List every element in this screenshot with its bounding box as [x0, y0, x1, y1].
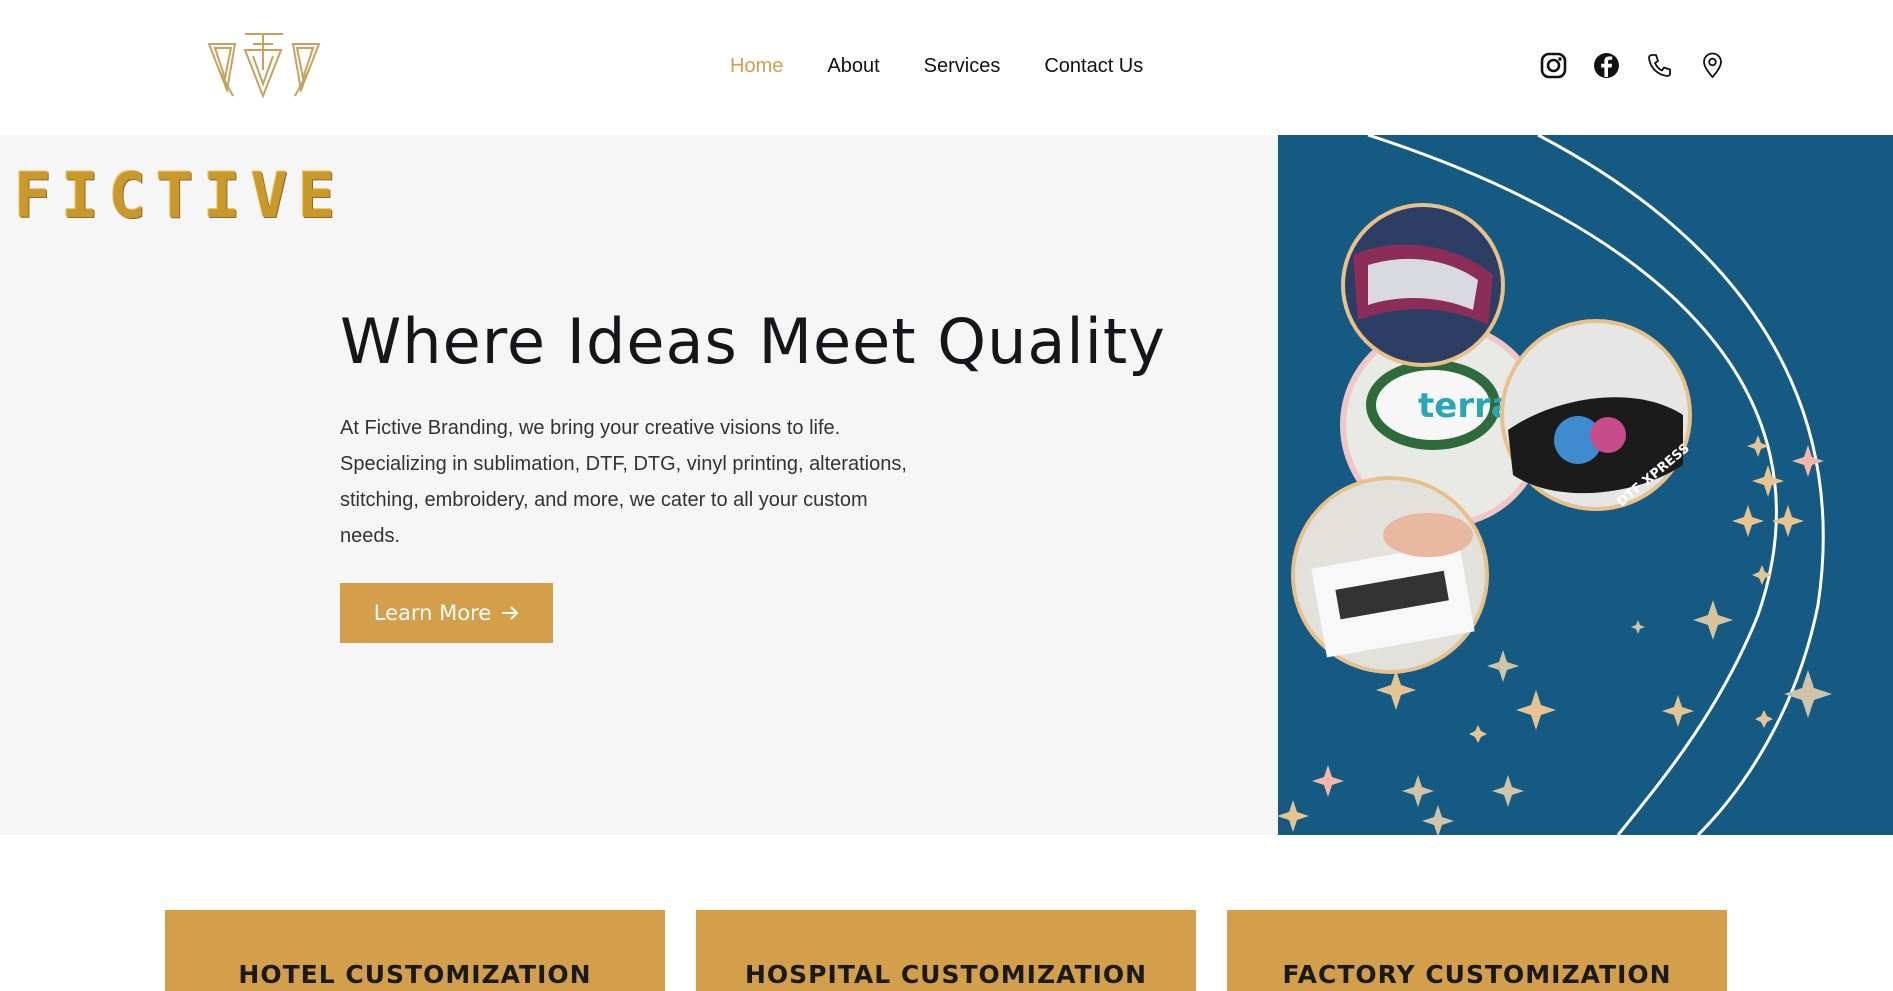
vinyl-printing-photo [1291, 476, 1489, 674]
hero-title: Where Ideas Meet Quality [340, 305, 1166, 378]
card-hotel-customization[interactable]: HOTEL CUSTOMIZATION [165, 910, 665, 991]
card-factory-customization[interactable]: FACTORY CUSTOMIZATION [1227, 910, 1727, 991]
arrow-right-icon [501, 601, 519, 625]
hero-description-line: stitching, embroidery, and more, we cate… [340, 489, 868, 511]
nav-about[interactable]: About [827, 50, 879, 82]
fictive-monogram-logo[interactable] [205, 30, 323, 102]
phone-icon[interactable] [1644, 50, 1675, 81]
hero-section: FICTIVE Where Ideas Meet Quality At Fict… [0, 135, 1278, 835]
main-nav: Home About Services Contact Us [730, 50, 1187, 82]
card-hospital-customization[interactable]: HOSPITAL CUSTOMIZATION [696, 910, 1196, 991]
hero-description-line: needs. [340, 525, 401, 547]
hero-description: At Fictive Branding, we bring your creat… [340, 410, 920, 554]
hero-illustration: terra DTF XPRESS [1278, 135, 1832, 835]
hero-image: terra DTF XPRESS [1278, 135, 1893, 835]
hero-description-line: At Fictive Branding, we bring your creat… [340, 417, 841, 439]
nav-contact-us[interactable]: Contact Us [1044, 50, 1143, 82]
dtf-print-photo: DTF XPRESS [1500, 319, 1693, 511]
terra-label: terra [1418, 386, 1514, 426]
card-title: HOSPITAL CUSTOMIZATION [744, 960, 1148, 989]
instagram-icon[interactable] [1538, 50, 1569, 81]
learn-more-label: Learn More [373, 601, 492, 625]
location-pin-icon[interactable] [1697, 50, 1728, 81]
card-title: HOTEL CUSTOMIZATION [238, 960, 592, 989]
services-cards: HOTEL CUSTOMIZATION HOSPITAL CUSTOMIZATI… [0, 835, 1893, 991]
hero-description-line: Specializing in sublimation, DTF, DTG, v… [340, 453, 907, 475]
facebook-icon[interactable] [1591, 50, 1622, 81]
card-title: FACTORY CUSTOMIZATION [1282, 960, 1672, 989]
fictive-wordmark: FICTIVE [14, 159, 346, 232]
site-header: Home About Services Contact Us [0, 0, 1893, 135]
nav-home[interactable]: Home [730, 50, 783, 82]
social-links [1538, 50, 1728, 82]
sublimation-photo [1341, 203, 1505, 367]
learn-more-button[interactable]: Learn More [340, 583, 553, 643]
nav-services[interactable]: Services [924, 50, 1001, 82]
logo-mark [207, 33, 321, 99]
